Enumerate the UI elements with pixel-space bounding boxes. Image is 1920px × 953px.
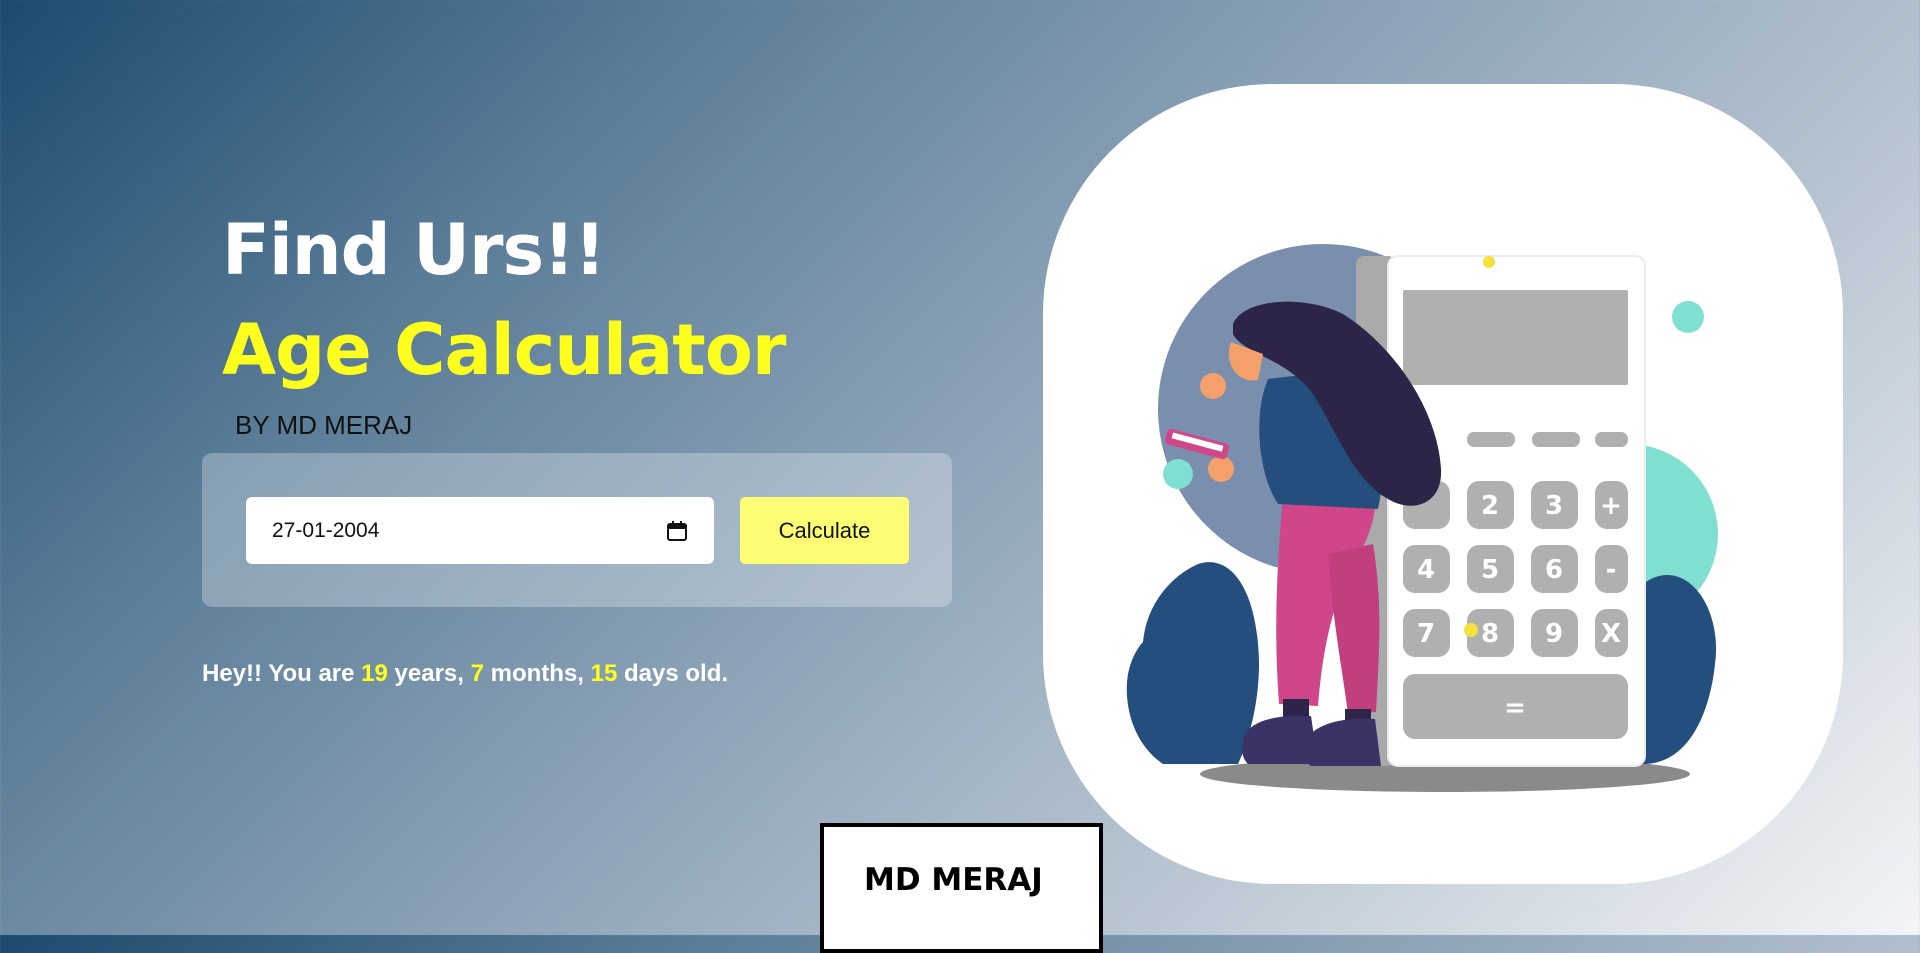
title-line-2: Age Calculator <box>222 309 786 391</box>
key-equals-label: = <box>1504 693 1526 723</box>
yellow-dot-2 <box>1464 623 1478 637</box>
signature-box: MD MERAJ <box>820 823 1103 953</box>
result-days: 15 <box>590 660 618 687</box>
birthdate-value: 27-01-2004 <box>272 518 380 542</box>
teal-dot-small <box>1163 459 1193 489</box>
calculator-bar <box>1595 432 1628 447</box>
yellow-dot <box>1483 256 1495 268</box>
key-2-label: 2 <box>1481 491 1499 521</box>
person-pants-back <box>1328 544 1380 714</box>
result-days-label: days old. <box>617 660 729 687</box>
calculator-screen <box>1403 290 1628 385</box>
calculator-bar <box>1467 432 1515 447</box>
result-months: 7 <box>470 660 484 687</box>
birthdate-input[interactable]: 27-01-2004 <box>246 497 714 564</box>
key-4-label: 4 <box>1417 555 1435 585</box>
signature-text: MD MERAJ <box>864 862 1043 898</box>
calculator-illustration: 2 3 + 4 5 6 - 7 8 9 X = <box>1126 244 1718 792</box>
author-byline: BY MD MERAJ <box>235 410 413 440</box>
result-years-label: years, <box>387 660 471 687</box>
result-years: 19 <box>361 660 388 687</box>
title-line-1: Find Urs!! <box>222 209 606 291</box>
key-8-label: 8 <box>1481 619 1499 649</box>
key-multiply-label: X <box>1601 619 1621 649</box>
person-shoe-right <box>1302 718 1381 766</box>
illustration-card: 2 3 + 4 5 6 - 7 8 9 X = <box>1043 84 1843 884</box>
key-5-label: 5 <box>1481 555 1499 585</box>
calculator-bar <box>1532 432 1580 447</box>
left-leaf-2 <box>1126 629 1213 764</box>
calendar-icon[interactable] <box>666 520 688 542</box>
result-months-label: months, <box>483 660 591 687</box>
teal-dot <box>1672 301 1704 333</box>
key-9-label: 9 <box>1545 619 1563 649</box>
key-3-label: 3 <box>1545 491 1563 521</box>
key-6-label: 6 <box>1545 555 1563 585</box>
key-minus-label: - <box>1606 555 1617 585</box>
form-panel: 27-01-2004 Calculate <box>202 453 952 607</box>
person-hand-up <box>1200 373 1226 399</box>
age-result: Hey!! You are 19 years, 7 months, 15 day… <box>202 660 728 688</box>
person-hand <box>1208 456 1234 482</box>
key-7-label: 7 <box>1417 619 1435 649</box>
key-plus-label: + <box>1600 491 1622 521</box>
calculate-button[interactable]: Calculate <box>740 497 909 564</box>
result-prefix: Hey!! You are <box>202 660 362 687</box>
